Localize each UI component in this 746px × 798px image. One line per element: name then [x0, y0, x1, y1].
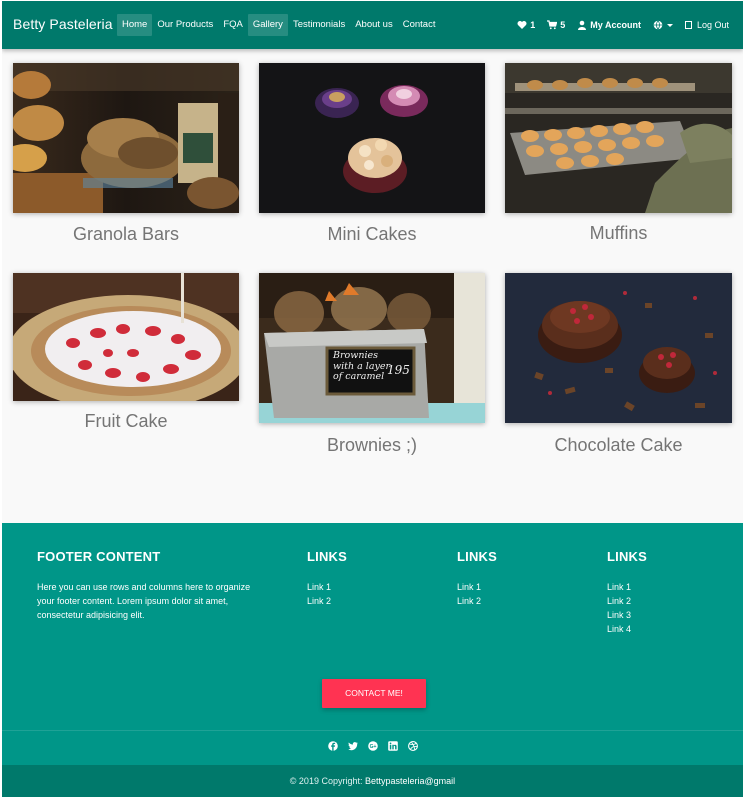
user-nav: 1 5 My Account Log Out: [517, 20, 729, 30]
footer-link[interactable]: Link 1: [307, 580, 331, 594]
mini-cakes-photo[interactable]: [259, 63, 485, 213]
fruit-cake-photo[interactable]: [13, 273, 239, 401]
nav-home[interactable]: Home: [117, 14, 153, 36]
gallery-caption-muffins: Muffins: [589, 223, 648, 243]
globe-icon: [653, 20, 663, 30]
granola-bars-photo[interactable]: [13, 63, 239, 213]
nav-our-products[interactable]: Our Products: [152, 14, 218, 36]
footer-link[interactable]: Link 3: [607, 608, 631, 622]
contact-me-button[interactable]: CONTACT ME!: [322, 679, 426, 708]
my-account-link[interactable]: My Account: [577, 20, 641, 30]
logout-link[interactable]: Log Out: [684, 20, 729, 30]
footer-links-list-2: Link 1 Link 2: [457, 580, 481, 608]
logout-label: Log Out: [696, 20, 729, 30]
brownies-photo[interactable]: Brownies with a layer of caramel 195: [259, 273, 485, 423]
footer-link[interactable]: Link 1: [457, 580, 481, 594]
footer-links-list-3: Link 1 Link 2 Link 3 Link 4: [607, 580, 631, 636]
wishlist-link[interactable]: 1: [517, 20, 535, 30]
footer-link[interactable]: Link 1: [607, 580, 631, 594]
linkedin-icon[interactable]: [388, 741, 398, 751]
brownies-sign-line-1: Brownies: [333, 350, 379, 361]
footer-link[interactable]: Link 2: [457, 594, 481, 608]
cart-link[interactable]: 5: [547, 20, 565, 30]
dribbble-icon[interactable]: [408, 741, 418, 751]
wishlist-count: 1: [530, 20, 536, 30]
page-frame: Betty Pasteleria Home Our Products FQA G…: [2, 1, 743, 797]
brand-logo[interactable]: Betty Pasteleria: [13, 16, 113, 32]
gallery-caption-chocolate-cake: Chocolate Cake: [554, 435, 683, 455]
footer-description: Here you can use rows and columns here t…: [37, 582, 251, 620]
google-plus-icon[interactable]: G+: [368, 741, 378, 751]
gallery-caption-mini-cakes: Mini Cakes: [327, 224, 417, 244]
top-navbar: Betty Pasteleria Home Our Products FQA G…: [2, 1, 743, 49]
gallery-caption-brownies: Brownies ;): [326, 435, 418, 455]
logout-icon: [684, 21, 692, 29]
footer-link[interactable]: Link 2: [307, 594, 331, 608]
copyright-email-link[interactable]: Bettypasteleria@gmail: [365, 776, 455, 786]
cart-count: 5: [560, 20, 566, 30]
page-footer: FOOTER CONTENT Here you can use rows and…: [2, 523, 743, 797]
heart-icon: [517, 20, 527, 30]
footer-links-list-1: Link 1 Link 2: [307, 580, 331, 608]
brownies-sign-price: 195: [387, 363, 410, 377]
brownies-chalk-sign: Brownies with a layer of caramel: [333, 350, 390, 383]
svg-text:G+: G+: [370, 744, 377, 750]
cart-icon: [547, 20, 558, 30]
footer-divider: [2, 730, 743, 731]
facebook-icon[interactable]: [328, 741, 338, 751]
main-nav: Home Our Products FQA Gallery Testimonia…: [117, 14, 440, 36]
language-dropdown[interactable]: [653, 20, 673, 30]
footer-link[interactable]: Link 4: [607, 622, 631, 636]
nav-contact[interactable]: Contact: [398, 14, 441, 36]
nav-testimonials[interactable]: Testimonials: [288, 14, 350, 36]
user-icon: [577, 20, 587, 30]
footer-links-title-1: LINKS: [307, 549, 347, 564]
nav-fqa[interactable]: FQA: [218, 14, 248, 36]
footer-link[interactable]: Link 2: [607, 594, 631, 608]
chevron-down-icon: [666, 23, 673, 27]
nav-gallery[interactable]: Gallery: [247, 14, 288, 36]
gallery-caption-granola-bars: Granola Bars: [72, 224, 180, 244]
muffins-photo[interactable]: [505, 63, 732, 213]
my-account-label: My Account: [590, 20, 641, 30]
gallery-caption-fruit-cake: Fruit Cake: [84, 411, 168, 431]
footer-heading: FOOTER CONTENT: [37, 549, 161, 564]
footer-links-title-3: LINKS: [607, 549, 647, 564]
footer-links-title-2: LINKS: [457, 549, 497, 564]
brownies-sign-line-3: of caramel: [333, 371, 385, 382]
chocolate-cake-photo[interactable]: [505, 273, 732, 423]
copyright-text: © 2019 Copyright:: [289, 776, 363, 786]
twitter-icon[interactable]: [348, 741, 358, 751]
nav-about-us[interactable]: About us: [350, 14, 398, 36]
copyright-bar: © 2019 Copyright: Bettypasteleria@gmail: [2, 765, 743, 797]
social-icons: G+: [328, 741, 418, 751]
